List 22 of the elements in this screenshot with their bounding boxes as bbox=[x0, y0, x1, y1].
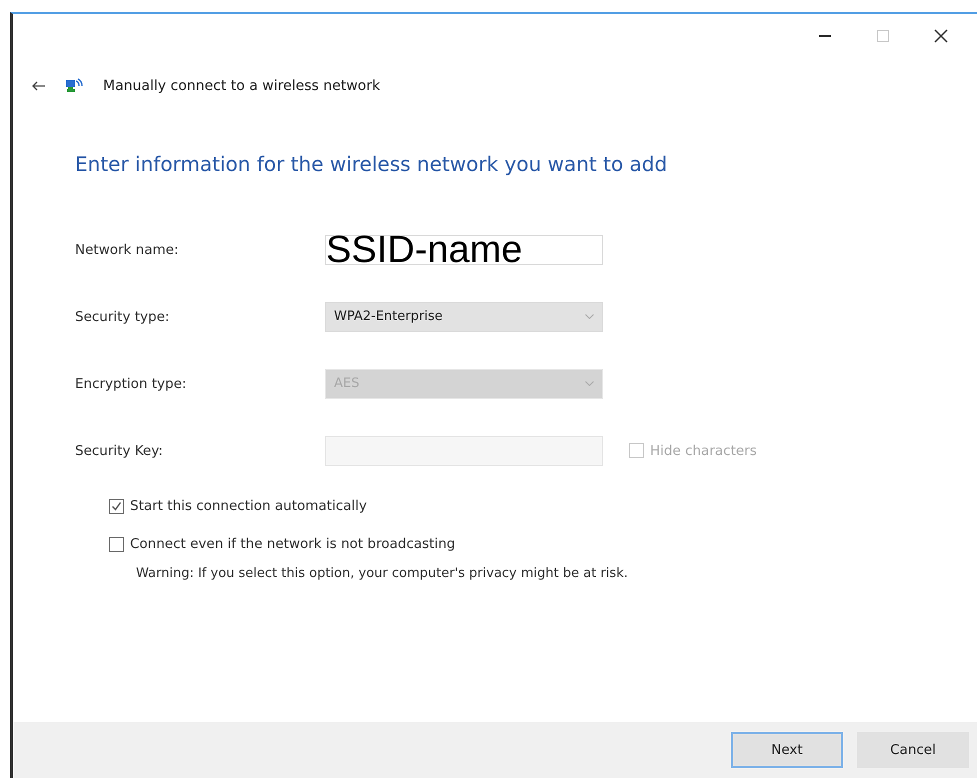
field-label: Encryption type: bbox=[75, 376, 186, 392]
network-icon bbox=[65, 77, 83, 95]
cancel-button[interactable]: Cancel bbox=[857, 732, 969, 768]
back-arrow-icon[interactable] bbox=[31, 81, 45, 91]
check-icon bbox=[111, 500, 122, 512]
window-title: Manually connect to a wireless network bbox=[103, 78, 380, 94]
checkbox-label: Hide characters bbox=[650, 442, 757, 458]
field-label: Network name: bbox=[75, 242, 178, 258]
input-field[interactable]: SSID-name bbox=[325, 234, 603, 264]
close-icon[interactable] bbox=[934, 29, 948, 43]
checkbox-label: Start this connection automatically bbox=[130, 498, 367, 514]
warning-text: Warning: If you select this option, your computer's privacy might be at risk. bbox=[136, 566, 629, 581]
chevron-down-icon bbox=[585, 381, 594, 386]
checkbox[interactable] bbox=[109, 536, 124, 552]
page-heading: Enter information for the wireless network you want to add bbox=[75, 152, 668, 176]
next-button[interactable]: Next bbox=[731, 732, 843, 768]
checkbox[interactable] bbox=[109, 498, 124, 514]
field-label: Security Key: bbox=[75, 442, 163, 458]
checkbox-label: Connect even if the network is not broadcasting bbox=[130, 536, 456, 552]
field-label: Security type: bbox=[75, 308, 170, 324]
dropdown-field[interactable]: WPA2-Enterprise bbox=[325, 302, 603, 332]
chevron-down-icon bbox=[585, 314, 594, 319]
